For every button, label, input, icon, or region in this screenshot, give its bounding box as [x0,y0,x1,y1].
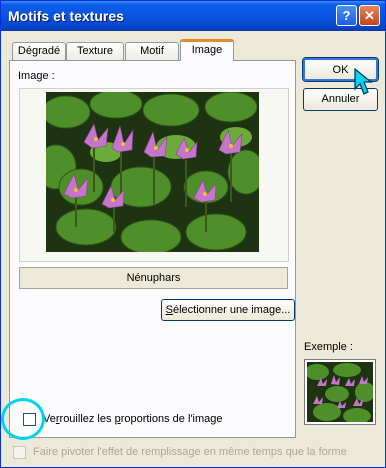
tab-motif[interactable]: Motif [125,42,179,60]
help-button[interactable]: ? [336,5,357,26]
rotate-fill-label: Faire pivoter l'effet de remplissage en … [33,446,347,458]
sample-preview-image [307,362,373,422]
tab-degrade[interactable]: Dégradé [12,42,66,60]
window-title: Motifs et textures [8,8,124,24]
tab-texture[interactable]: Texture [66,42,124,60]
highlight-circle [1,398,45,440]
sample-preview [304,359,376,425]
water-lily-image [46,92,259,252]
lock-ratio-label[interactable]: Verrouillez les proportions de l'image [43,413,222,426]
title-bar[interactable]: Motifs et textures ? ✕ [1,1,385,31]
tab-image[interactable]: Image [180,39,234,61]
rotate-fill-checkbox [13,446,26,459]
mouse-cursor-icon [354,67,373,95]
preview-label: Exemple : [304,341,353,353]
image-preview-box [19,88,289,262]
select-image-button[interactable]: Sélectionner une image... [161,299,295,321]
image-tab-panel: Image : Nénuphars Sélectionner une image… [9,60,296,438]
dialog-window: Motifs et textures ? ✕ Dégradé Texture M… [0,0,386,468]
image-name-field: Nénuphars [19,267,288,289]
close-button[interactable]: ✕ [359,5,380,26]
image-label: Image : [18,70,55,82]
